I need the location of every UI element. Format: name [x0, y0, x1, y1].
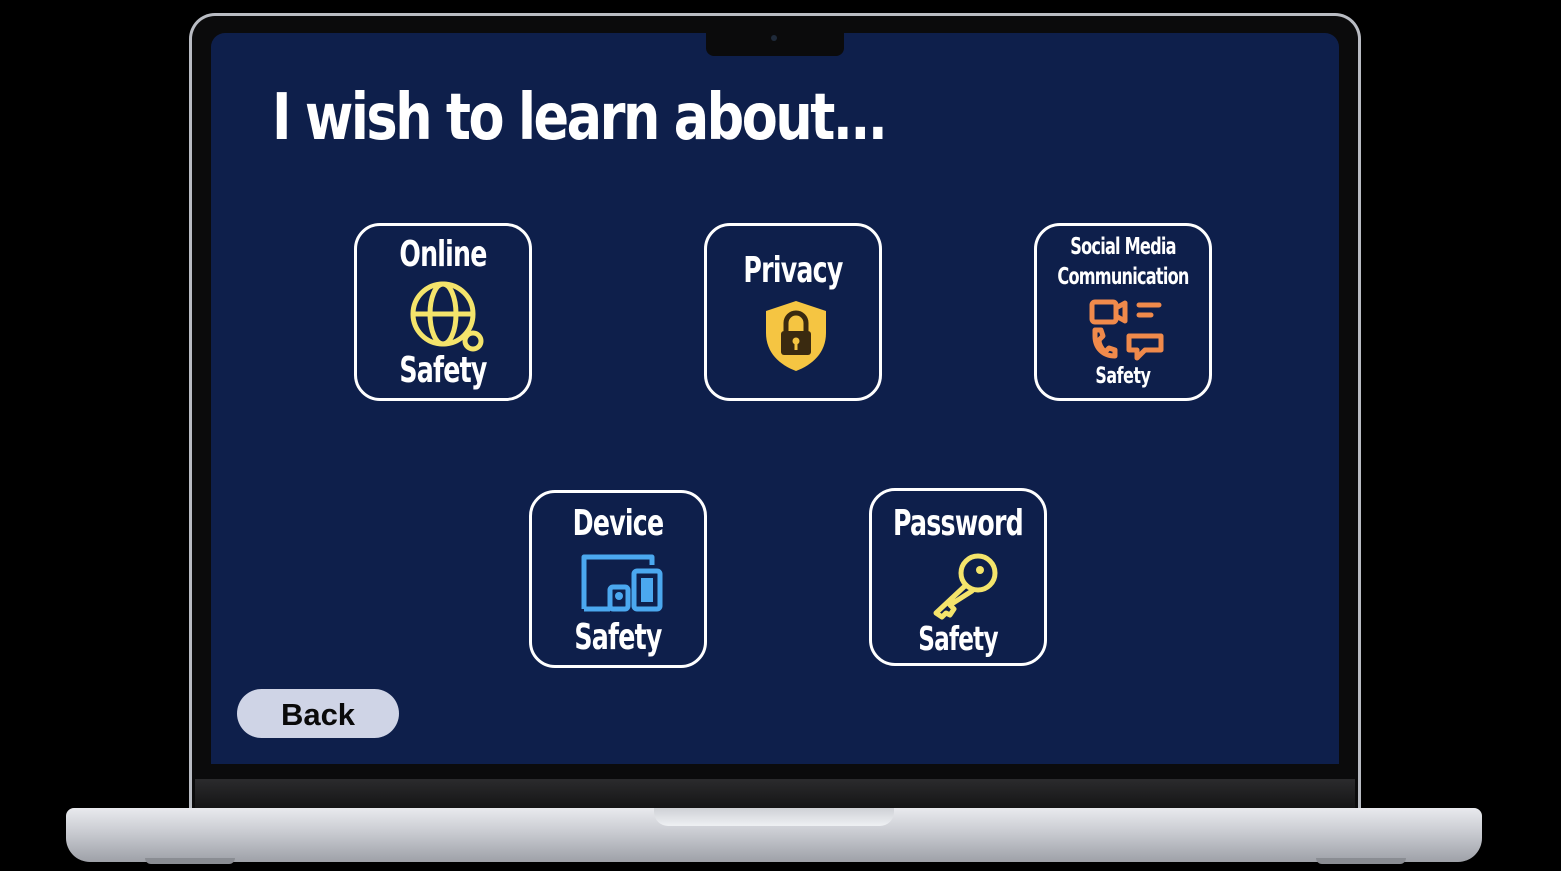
laptop-foot-right [1316, 858, 1406, 864]
communication-icon [1089, 299, 1164, 361]
topic-privacy-button[interactable]: Privacy [704, 223, 882, 401]
laptop-foot-left [145, 858, 235, 864]
page-title: I wish to learn about... [272, 81, 888, 155]
key-icon [933, 553, 998, 620]
back-button[interactable]: Back [237, 689, 399, 738]
topic-label-line1: Password [893, 503, 1024, 544]
topic-label-line2: Safety [399, 350, 487, 391]
topic-device-safety-button[interactable]: Device Safety [529, 490, 707, 668]
laptop-base-notch [654, 808, 894, 826]
topic-label-line2: Safety [918, 619, 998, 658]
devices-icon [581, 554, 663, 612]
topic-label-line3: Safety [1095, 364, 1151, 389]
topic-label-line2: Communication [1057, 264, 1189, 290]
globe-icon [410, 281, 484, 352]
topic-label-line1: Social Media [1070, 234, 1176, 260]
topic-label-line1: Online [399, 234, 487, 275]
topic-social-media-communication-safety-button[interactable]: Social Media Communication Safety [1034, 223, 1212, 401]
camera-icon [771, 35, 777, 41]
topic-label-line1: Privacy [743, 250, 843, 291]
laptop-mockup: I wish to learn about... Online Safety P… [0, 0, 1561, 871]
topic-label-line1: Device [572, 503, 664, 544]
laptop-hinge [195, 779, 1355, 809]
topic-password-safety-button[interactable]: Password Safety [869, 488, 1047, 666]
topic-label-line2: Safety [574, 617, 662, 658]
lock-shield-icon [766, 301, 826, 371]
topic-online-safety-button[interactable]: Online Safety [354, 223, 532, 401]
